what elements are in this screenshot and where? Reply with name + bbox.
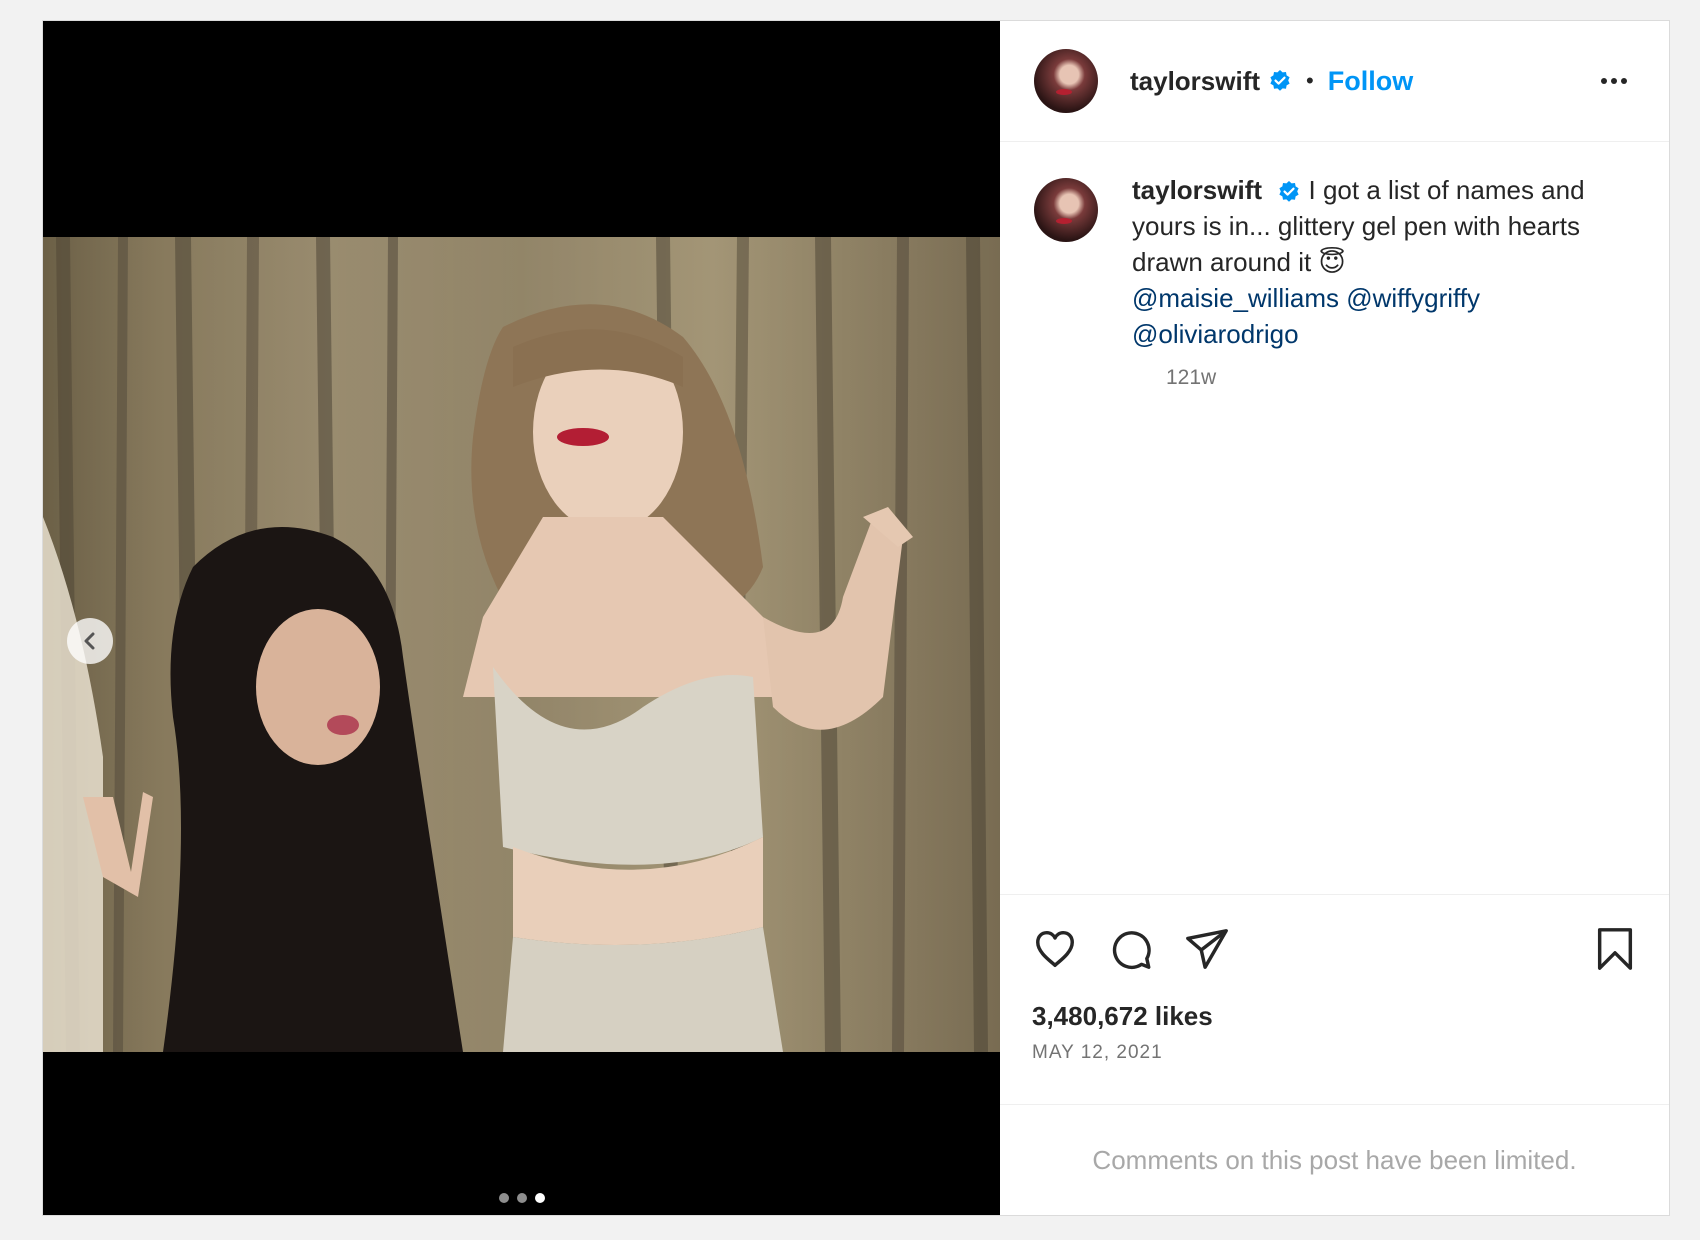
carousel-dot — [498, 1193, 509, 1203]
carousel-dot-active — [534, 1193, 545, 1203]
mention-link[interactable]: @maisie_williams — [1132, 283, 1339, 313]
verified-badge-icon — [1268, 69, 1292, 93]
more-options-icon[interactable] — [1593, 70, 1635, 92]
action-icons — [1032, 919, 1637, 979]
post-photo[interactable] — [43, 237, 1000, 1052]
heart-icon[interactable] — [1032, 926, 1078, 972]
caption-area: taylorswift I got a list of names and yo… — [1000, 142, 1669, 894]
mention-link[interactable]: @oliviarodrigo — [1132, 319, 1299, 349]
post-container: taylorswift • Follow taylorswift I got a… — [42, 20, 1670, 1216]
caption-username[interactable]: taylorswift — [1132, 175, 1262, 205]
header-username[interactable]: taylorswift — [1130, 66, 1260, 97]
comment-icon[interactable] — [1108, 926, 1154, 972]
angel-emoji: 😇 — [1318, 247, 1346, 277]
caption-avatar[interactable] — [1034, 178, 1098, 242]
share-icon[interactable] — [1184, 926, 1230, 972]
avatar[interactable] — [1034, 49, 1098, 113]
caption-text: taylorswift I got a list of names and yo… — [1132, 172, 1622, 352]
carousel-prev-button[interactable] — [67, 618, 113, 664]
chevron-left-icon — [84, 632, 95, 650]
post-side-panel: taylorswift • Follow taylorswift I got a… — [1000, 21, 1669, 1215]
carousel-dot — [516, 1193, 527, 1203]
post-actions: 3,480,672 likes MAY 12, 2021 — [1000, 894, 1669, 1104]
comments-limited-notice: Comments on this post have been limited. — [1000, 1104, 1669, 1215]
likes-count[interactable]: 3,480,672 likes — [1032, 1001, 1637, 1032]
verified-badge-icon — [1277, 180, 1301, 204]
mention-link[interactable]: @wiffygriffy — [1346, 283, 1480, 313]
carousel-indicators — [43, 1193, 1000, 1203]
separator-dot: • — [1306, 68, 1314, 93]
bookmark-icon[interactable] — [1593, 926, 1637, 972]
photo-illustration — [43, 237, 1000, 1052]
post-media — [43, 21, 1000, 1215]
post-time-ago[interactable]: 121w — [1166, 366, 1635, 390]
caption-row: taylorswift I got a list of names and yo… — [1034, 172, 1635, 352]
post-date: MAY 12, 2021 — [1032, 1042, 1163, 1063]
post-header: taylorswift • Follow — [1000, 21, 1669, 142]
follow-button[interactable]: Follow — [1328, 66, 1413, 97]
